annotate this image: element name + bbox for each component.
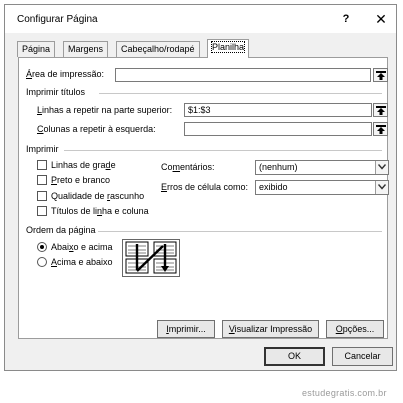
dropdown-button[interactable] bbox=[375, 181, 388, 194]
dropdown-button[interactable] bbox=[375, 161, 388, 174]
section-divider bbox=[98, 231, 382, 232]
print-button[interactable]: Imprimir... bbox=[157, 320, 215, 338]
comments-select[interactable]: (nenhum) bbox=[255, 160, 389, 175]
tab-margens[interactable]: Margens bbox=[63, 41, 109, 57]
print-section-title: Imprimir bbox=[26, 144, 62, 154]
collapse-dialog-icon bbox=[376, 71, 386, 80]
rows-to-repeat-label: Linhas a repetir na parte superior: bbox=[37, 105, 173, 115]
window-title: Configurar Página bbox=[17, 14, 98, 25]
page-order-diagram-icon bbox=[125, 241, 177, 274]
ok-button[interactable]: OK bbox=[264, 347, 325, 366]
comments-label: Comentários: bbox=[161, 162, 215, 172]
print-preview-button[interactable]: Visualizar Impressão bbox=[222, 320, 319, 338]
tab-pagina[interactable]: Página bbox=[17, 41, 56, 57]
section-divider bbox=[99, 93, 382, 94]
page-setup-dialog: Configurar Página ? ✕ Página Margens Cab… bbox=[4, 4, 397, 371]
cell-errors-select[interactable]: exibido bbox=[255, 180, 389, 195]
draft-quality-checkbox[interactable] bbox=[37, 191, 47, 201]
row-column-headings-label: Títulos de linha e coluna bbox=[51, 206, 149, 216]
title-bar: Configurar Página ? ✕ bbox=[5, 5, 396, 33]
columns-to-repeat-label: Colunas a repetir à esquerda: bbox=[37, 124, 156, 134]
options-button[interactable]: Opções... bbox=[326, 320, 384, 338]
row-column-headings-checkbox[interactable] bbox=[37, 206, 47, 216]
over-then-down-label: Acima e abaixo bbox=[51, 257, 113, 267]
black-and-white-label: Preto e branco bbox=[51, 175, 111, 185]
page-order-section-title: Ordem da página bbox=[26, 225, 99, 235]
columns-to-repeat-input[interactable] bbox=[184, 122, 372, 136]
chevron-down-icon bbox=[378, 184, 386, 190]
close-button[interactable]: ✕ bbox=[371, 10, 391, 28]
collapse-dialog-icon bbox=[376, 106, 386, 115]
print-area-input[interactable] bbox=[115, 68, 371, 82]
rows-ref-button[interactable] bbox=[373, 103, 388, 117]
collapse-dialog-icon bbox=[376, 125, 386, 134]
black-and-white-checkbox[interactable] bbox=[37, 175, 47, 185]
draft-quality-label: Qualidade de rascunho bbox=[51, 191, 145, 201]
chevron-down-icon bbox=[378, 164, 386, 170]
print-area-label: Área de impressão: bbox=[26, 69, 105, 79]
tab-planilha[interactable]: Planilha bbox=[207, 39, 250, 58]
down-then-over-label: Abaixo e acima bbox=[51, 242, 113, 252]
down-then-over-radio[interactable] bbox=[37, 242, 47, 252]
print-area-ref-button[interactable] bbox=[373, 68, 388, 82]
print-titles-section-title: Imprimir títulos bbox=[26, 87, 89, 97]
section-divider bbox=[64, 150, 382, 151]
gridlines-label: Linhas de grade bbox=[51, 160, 116, 170]
tab-cabecalho-rodape[interactable]: Cabeçalho/rodapé bbox=[116, 41, 200, 57]
rows-to-repeat-input[interactable]: $1:$3 bbox=[184, 103, 372, 117]
gridlines-checkbox[interactable] bbox=[37, 160, 47, 170]
sheet-tab-panel: Área de impressão: Imprimir títulos Linh… bbox=[18, 57, 389, 339]
cell-errors-label: Erros de célula como: bbox=[161, 182, 249, 192]
page-order-preview-image bbox=[122, 239, 180, 277]
watermark-text: estudegratis.com.br bbox=[302, 388, 387, 398]
cancel-button[interactable]: Cancelar bbox=[332, 347, 393, 366]
over-then-down-radio[interactable] bbox=[37, 257, 47, 267]
columns-ref-button[interactable] bbox=[373, 122, 388, 136]
help-button[interactable]: ? bbox=[336, 10, 356, 28]
